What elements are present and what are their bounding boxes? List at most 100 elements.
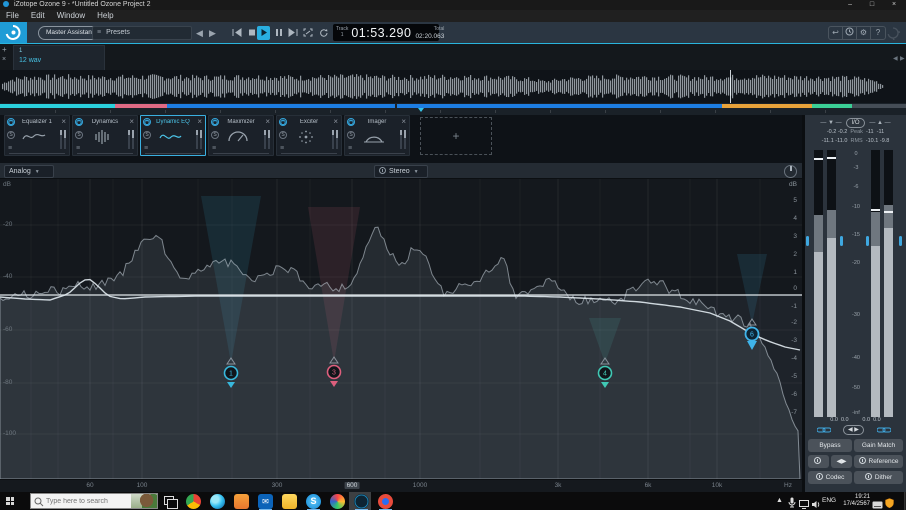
module-card-equalizer-1[interactable]: Equalizer 1×S≡ — [4, 115, 70, 156]
level-meter-out-r[interactable] — [884, 150, 893, 417]
menu-help[interactable]: Help — [91, 11, 119, 20]
module-menu-icon[interactable]: ≡ — [8, 146, 12, 152]
color-app-icon[interactable] — [330, 494, 345, 509]
menu-window[interactable]: Window — [51, 11, 91, 20]
edge-icon[interactable] — [210, 494, 225, 509]
loop-marker-icon[interactable] — [418, 108, 424, 112]
timeline-segment-green[interactable] — [812, 104, 852, 108]
speaker-icon[interactable] — [811, 496, 821, 510]
timeline-segment-cyan[interactable] — [0, 104, 115, 108]
channel-mode-dropdown[interactable]: Stereo▼ — [374, 165, 428, 178]
module-card-dynamics[interactable]: Dynamics×S≡ — [72, 115, 138, 156]
tray-chevron-icon[interactable]: ▲ — [776, 497, 783, 504]
module-solo-button[interactable]: S — [279, 131, 287, 139]
tab-scroll-right-icon[interactable]: ▶ — [900, 55, 905, 62]
taskbar-clock[interactable]: 19:2117/4/2567 — [836, 494, 870, 508]
search-input[interactable] — [46, 494, 131, 508]
ozone-active-icon[interactable] — [354, 494, 369, 509]
global-gain-knob[interactable] — [784, 165, 797, 178]
task-view-icon[interactable] — [164, 496, 174, 505]
module-close-icon[interactable]: × — [129, 117, 134, 126]
loop-region-icon[interactable] — [301, 26, 314, 40]
module-card-imager[interactable]: Imager×S≡ — [344, 115, 410, 156]
module-menu-icon[interactable]: ≡ — [348, 146, 352, 152]
codec-button[interactable]: Codec — [808, 471, 852, 484]
add-module-button[interactable]: + — [420, 117, 492, 155]
tab-scroll-left-icon[interactable]: ◀ — [893, 55, 898, 62]
add-tab-button[interactable]: + — [2, 45, 7, 54]
module-menu-icon[interactable]: ≡ — [212, 146, 216, 152]
module-solo-button[interactable]: S — [75, 131, 83, 139]
play-button[interactable] — [257, 26, 270, 40]
module-power-icon[interactable] — [279, 118, 287, 126]
history-clock-icon[interactable] — [843, 27, 857, 39]
module-power-icon[interactable] — [75, 118, 83, 126]
output-fader-arrow-icon[interactable]: — ▲ — — [866, 120, 891, 126]
module-card-dynamic-eq[interactable]: Dynamic EQ×S≡ — [140, 115, 206, 156]
module-solo-button[interactable]: S — [7, 131, 15, 139]
bypass-button[interactable]: Bypass — [808, 439, 852, 452]
store-icon[interactable] — [234, 494, 249, 509]
level-meter-in-r[interactable] — [827, 150, 836, 417]
output-link-icon[interactable] — [877, 427, 891, 433]
minimize-button[interactable]: – — [840, 0, 860, 10]
input-link-icon[interactable] — [817, 427, 831, 433]
refresh-icon[interactable] — [317, 26, 330, 40]
presets-dropdown[interactable]: ≡Presets — [92, 26, 192, 40]
module-menu-icon[interactable]: ≡ — [144, 146, 148, 152]
timeline-segment-blue-1[interactable] — [167, 104, 395, 108]
level-meter-out-l[interactable] — [871, 150, 880, 417]
preset-prev-button[interactable]: ◀ — [196, 26, 203, 40]
close-button[interactable]: × — [884, 0, 904, 10]
file-explorer-icon[interactable] — [282, 494, 297, 509]
timeline-segment-blue-2[interactable] — [397, 104, 722, 108]
monitor-power-button[interactable] — [808, 455, 829, 468]
waveform-overview[interactable] — [0, 70, 906, 103]
fader-handle-in-r[interactable] — [840, 236, 843, 246]
language-indicator[interactable]: ENG — [822, 497, 836, 504]
module-close-icon[interactable]: × — [61, 117, 66, 126]
preset-next-button[interactable]: ▶ — [209, 26, 216, 40]
maximize-button[interactable]: □ — [862, 0, 882, 10]
module-close-icon[interactable]: × — [265, 117, 270, 126]
tab-12-wav[interactable]: 1 12 wav — [13, 45, 105, 70]
fader-handle-in-l[interactable] — [806, 236, 809, 246]
module-card-maximizer[interactable]: Maximizer×S≡ — [208, 115, 274, 156]
dither-button[interactable]: Dither — [854, 471, 903, 484]
module-menu-icon[interactable]: ≡ — [76, 146, 80, 152]
undo-icon[interactable]: ↩ — [829, 27, 843, 39]
timeline-ruler[interactable] — [0, 103, 906, 115]
module-power-icon[interactable] — [7, 118, 15, 126]
timeline-segment-empty[interactable] — [852, 104, 906, 108]
fader-handle-out-l[interactable] — [866, 236, 869, 246]
mail-icon[interactable]: ✉ — [258, 494, 273, 509]
eq-mode-dropdown[interactable]: Analog▼ — [4, 165, 54, 178]
module-solo-button[interactable]: S — [143, 131, 151, 139]
gain-match-button[interactable]: Gain Match — [854, 439, 903, 452]
rewind-button[interactable] — [230, 26, 243, 40]
level-meter-in-l[interactable] — [814, 150, 823, 417]
menu-file[interactable]: File — [0, 11, 25, 20]
settings-gear-icon[interactable]: ⚙ — [857, 27, 871, 39]
module-power-icon[interactable] — [211, 118, 219, 126]
fader-handle-out-r[interactable] — [899, 236, 902, 246]
antivirus-shield-icon[interactable] — [885, 495, 894, 510]
timeline-segment-orange[interactable] — [722, 104, 812, 108]
timeline-segment-pink[interactable] — [115, 104, 167, 108]
input-fader-arrow-icon[interactable]: — ▼ — — [820, 120, 845, 126]
module-solo-button[interactable]: S — [347, 131, 355, 139]
taskbar-search[interactable] — [30, 493, 158, 509]
module-solo-button[interactable]: S — [211, 131, 219, 139]
chrome-icon[interactable] — [186, 494, 201, 509]
close-tab-button[interactable]: × — [2, 56, 6, 63]
start-button[interactable] — [6, 497, 14, 505]
reference-button[interactable]: Reference — [854, 455, 903, 468]
touch-keyboard-icon[interactable] — [872, 496, 883, 510]
skype-icon[interactable]: S — [306, 494, 321, 509]
module-power-icon[interactable] — [347, 118, 355, 126]
display-icon[interactable] — [799, 496, 809, 510]
module-close-icon[interactable]: × — [401, 117, 406, 126]
eq-spectrum-display[interactable]: 1346dB-20-40-60-80-100dB543210-1-2-3-4-5… — [0, 179, 802, 479]
search-daily-image[interactable] — [131, 494, 157, 508]
pause-button[interactable] — [272, 26, 285, 40]
